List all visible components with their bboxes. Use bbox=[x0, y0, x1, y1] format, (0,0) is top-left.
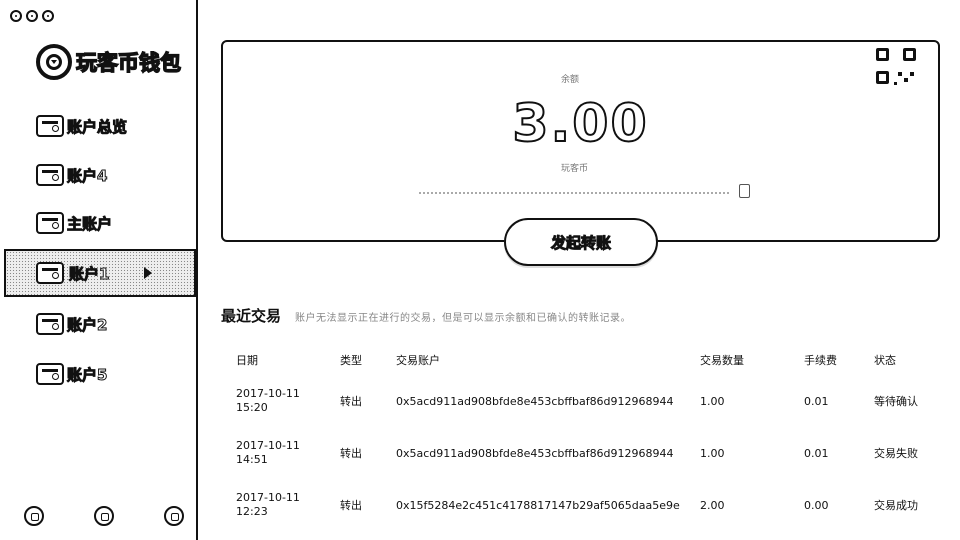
cell-amount: 1.00 bbox=[700, 394, 725, 408]
cell-type: 转出 bbox=[340, 447, 362, 460]
sidebar-item-main-account[interactable]: 主账户 bbox=[0, 201, 196, 245]
sidebar-item-label: 账户总览 bbox=[66, 117, 128, 136]
app-logo: 玩客币钱包 bbox=[36, 44, 182, 80]
column-header-amount: 交易数量 bbox=[700, 354, 744, 367]
column-header-status: 状态 bbox=[874, 354, 896, 367]
sidebar-item-overview[interactable]: 账户总览 bbox=[0, 104, 196, 148]
cell-date-time: 15:20 bbox=[236, 401, 268, 414]
logo-icon bbox=[36, 44, 72, 80]
sidebar-item-label: 账户4 bbox=[66, 166, 108, 185]
column-header-account: 交易账户 bbox=[396, 354, 440, 367]
cell-amount: 2.00 bbox=[700, 498, 725, 512]
sidebar-item-account-4[interactable]: 账户4 bbox=[0, 153, 196, 197]
wallet-icon bbox=[36, 164, 64, 186]
cell-status: 交易成功 bbox=[874, 499, 918, 512]
table-row[interactable]: 2017-10-11 14:51 转出 0x5acd911ad908bfde8e… bbox=[236, 427, 944, 479]
logo-text: 玩客币钱包 bbox=[75, 50, 181, 75]
balance-unit: 玩客币 bbox=[561, 164, 589, 174]
table-row[interactable]: 2017-10-11 12:23 转出 0x15f5284e2c451c4178… bbox=[236, 479, 944, 531]
copy-icon[interactable] bbox=[739, 184, 750, 198]
add-account-icon[interactable] bbox=[24, 506, 44, 526]
sidebar-item-label: 账户2 bbox=[66, 315, 108, 334]
recent-transactions-hint: 账户无法显示正在进行的交易，但是可以显示余额和已确认的转账记录。 bbox=[295, 313, 631, 324]
wallet-icon bbox=[36, 313, 64, 335]
wallet-icon bbox=[36, 212, 64, 234]
cell-account: 0x5acd911ad908bfde8e453cbffbaf86d9129689… bbox=[396, 446, 674, 460]
account-address bbox=[419, 192, 729, 194]
cell-status: 交易失败 bbox=[874, 447, 918, 460]
cell-fee: 0.01 bbox=[804, 394, 829, 408]
sidebar-item-account-5[interactable]: 账户5 bbox=[0, 352, 196, 396]
balance-amount: 3.00 bbox=[511, 93, 649, 155]
close-window-button[interactable] bbox=[10, 10, 22, 22]
sidebar-item-account-1[interactable]: 账户1 bbox=[4, 249, 196, 297]
qr-code-icon[interactable] bbox=[876, 48, 916, 90]
minimize-window-button[interactable] bbox=[26, 10, 38, 22]
sidebar-footer bbox=[24, 506, 184, 526]
cell-type: 转出 bbox=[340, 499, 362, 512]
sidebar-item-label: 账户5 bbox=[66, 365, 108, 384]
column-header-date: 日期 bbox=[236, 354, 258, 367]
cell-date-day: 2017-10-11 bbox=[236, 387, 300, 400]
cell-date-day: 2017-10-11 bbox=[236, 439, 300, 452]
cell-status: 等待确认 bbox=[874, 395, 918, 408]
cell-account: 0x5acd911ad908bfde8e453cbffbaf86d9129689… bbox=[396, 394, 674, 408]
sidebar-item-label: 主账户 bbox=[66, 214, 113, 233]
recent-transactions-title: 最近交易 bbox=[221, 307, 282, 325]
balance-card: 余额 3.00 玩客币 bbox=[221, 40, 940, 242]
sidebar: 玩客币钱包 账户总览 账户4 主账户 账户1 账户2 账户5 bbox=[0, 0, 198, 540]
window-controls bbox=[10, 10, 54, 22]
main-panel: 余额 3.00 玩客币 发起转账 最近交易 账户无法显示正在进行的交易，但是可以… bbox=[200, 0, 960, 540]
cell-date-day: 2017-10-11 bbox=[236, 491, 300, 504]
cell-date: 2017-10-11 12:23 bbox=[236, 479, 340, 531]
wallet-icon bbox=[36, 115, 64, 137]
cell-date-time: 14:51 bbox=[236, 453, 268, 466]
cell-date: 2017-10-11 14:51 bbox=[236, 427, 340, 479]
wallet-icon bbox=[36, 363, 64, 385]
transactions-table: 日期 类型 交易账户 交易数量 手续费 状态 2017-10-11 15:20 … bbox=[236, 345, 944, 531]
settings-icon[interactable] bbox=[164, 506, 184, 526]
cell-date: 2017-10-11 15:20 bbox=[236, 375, 340, 427]
selected-arrow-icon bbox=[144, 267, 152, 279]
import-icon[interactable] bbox=[94, 506, 114, 526]
cell-fee: 0.00 bbox=[804, 498, 829, 512]
column-header-fee: 手续费 bbox=[804, 354, 837, 367]
balance-caption: 余额 bbox=[561, 75, 580, 85]
transfer-button[interactable]: 发起转账 bbox=[504, 218, 658, 266]
cell-type: 转出 bbox=[340, 395, 362, 408]
wallet-icon bbox=[36, 262, 64, 284]
cell-date-time: 12:23 bbox=[236, 505, 268, 518]
cell-amount: 1.00 bbox=[700, 446, 725, 460]
sidebar-item-account-2[interactable]: 账户2 bbox=[0, 302, 196, 346]
column-header-type: 类型 bbox=[340, 354, 362, 367]
maximize-window-button[interactable] bbox=[42, 10, 54, 22]
table-row[interactable]: 2017-10-11 15:20 转出 0x5acd911ad908bfde8e… bbox=[236, 375, 944, 427]
table-header-row: 日期 类型 交易账户 交易数量 手续费 状态 bbox=[236, 345, 944, 375]
cell-account: 0x15f5284e2c451c4178817147b29af5065daa5e… bbox=[396, 498, 680, 512]
sidebar-item-label: 账户1 bbox=[68, 264, 110, 283]
cell-fee: 0.01 bbox=[804, 446, 829, 460]
